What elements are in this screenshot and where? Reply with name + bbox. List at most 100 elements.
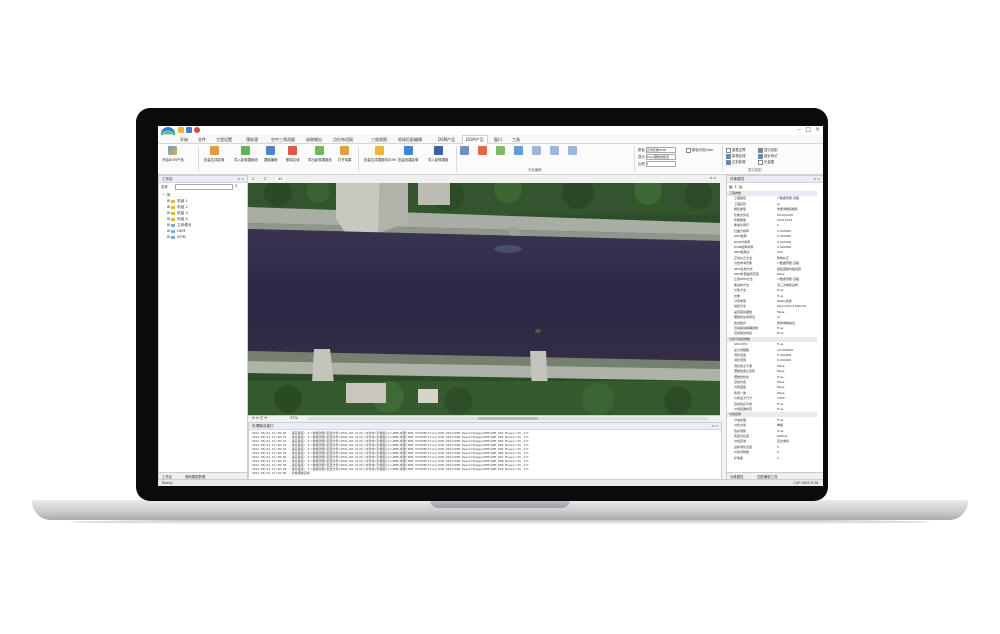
scrollbar-thumb[interactable]: [478, 417, 538, 420]
checkbox-item[interactable]: 显示控制: [758, 147, 778, 153]
checkbox-item[interactable]: 矢量图: [758, 159, 774, 165]
ribbon-button[interactable]: [532, 146, 541, 157]
property-row[interactable]: 自动裁剪拼接 True: [727, 331, 817, 336]
tree-item[interactable]: ⊞ DOM: [167, 235, 186, 239]
property-row[interactable]: 影像文件名 DSC02000: [727, 213, 817, 218]
menu-item[interactable]: 空中三角测量: [271, 137, 295, 143]
menu-item[interactable]: 点位布设报: [333, 137, 353, 143]
ribbon-button[interactable]: 批量生成影像: [204, 146, 224, 162]
menu-item[interactable]: 预处理: [246, 137, 258, 143]
ribbon-button[interactable]: 批量生成镶嵌线DOM: [364, 146, 396, 162]
checkbox-item[interactable]: 重叠边界: [726, 147, 746, 153]
checkbox-item[interactable]: 影像区域: [726, 153, 746, 159]
property-row[interactable]: 匀色方案 单幅: [727, 423, 817, 428]
menu-item-active[interactable]: DOM产品: [462, 135, 488, 144]
property-row[interactable]: 输出格式 整体单独输出: [727, 321, 817, 326]
close-project-icon[interactable]: [194, 127, 200, 133]
menu-item[interactable]: 窗口: [494, 137, 502, 143]
property-row[interactable]: 正射DEM方法 I:\数据测量-远程: [727, 277, 817, 282]
property-row[interactable]: 自动色彩平衡 True: [727, 402, 817, 407]
property-row[interactable]: GPU/CPU True: [727, 342, 817, 347]
property-row[interactable]: 拉伸 True: [727, 294, 817, 299]
property-row[interactable]: DEM格网点 200: [727, 250, 817, 255]
property-row[interactable]: 匀色强度 False: [727, 385, 817, 390]
ribbon-button[interactable]: [550, 146, 559, 157]
tree-item[interactable]: ⊞ 机组 4: [167, 217, 188, 222]
menu-item[interactable]: 成果输出: [306, 137, 322, 143]
minimize-icon[interactable]: –: [798, 127, 801, 133]
checkbox[interactable]: [726, 147, 731, 153]
menu-item[interactable]: DSM产品: [438, 137, 455, 143]
menu-item[interactable]: 工具: [512, 137, 520, 143]
map-tab[interactable]: 2: [264, 177, 266, 181]
checkbox-item[interactable]: 颜色匀色Sdm: [686, 147, 713, 153]
categorized-icon[interactable]: ▦: [729, 184, 733, 189]
blend-select[interactable]: Tiled镶嵌线配置: [645, 154, 676, 160]
orthophoto-map-view[interactable]: [248, 183, 720, 415]
close-icon[interactable]: × ▫: [709, 176, 716, 180]
open-icon[interactable]: [178, 127, 184, 133]
ribbon-button[interactable]: 批量创建影像: [398, 146, 418, 162]
checkbox[interactable]: [726, 159, 731, 165]
close-icon[interactable]: ×: [815, 127, 820, 133]
ribbon-button[interactable]: 导入影像镶嵌: [428, 146, 448, 162]
property-pages-icon[interactable]: ▤: [739, 184, 743, 189]
sort-icon[interactable]: ↕: [734, 184, 737, 189]
property-row[interactable]: 镶嵌线生成算法 ql: [727, 315, 817, 320]
property-row[interactable]: 色彩调整 True: [727, 429, 817, 434]
tree-item[interactable]: ⊞ 机组 3: [167, 211, 188, 216]
tree-item[interactable]: ⊞ DEM: [167, 229, 185, 233]
zoom-icons[interactable]: ⊕ ⊖ ◰ ⟲: [252, 416, 267, 420]
property-row[interactable]: 拼接方法 Stand Point Method: [727, 304, 817, 309]
ribbon-button[interactable]: [460, 146, 469, 157]
property-row[interactable]: 镶嵌线优化 True: [727, 375, 817, 380]
property-row[interactable]: 匀色参考影像 I:\数据测量-远程: [727, 261, 817, 266]
menu-item[interactable]: 开始: [180, 137, 188, 143]
checkbox-item[interactable]: 正射影像: [726, 159, 746, 165]
horizontal-scrollbar[interactable]: [308, 417, 708, 420]
property-row[interactable]: 匀色方法 True: [727, 288, 817, 293]
ribbon-button[interactable]: 镶嵌编辑: [264, 146, 278, 162]
property-row[interactable]: 匀色调整数 0: [727, 450, 817, 455]
menu-item[interactable]: 文件: [198, 137, 206, 143]
ribbon-button[interactable]: [514, 146, 523, 157]
ribbon-button-start-dom[interactable]: 开始DOM产品: [162, 146, 184, 162]
checkbox[interactable]: [686, 147, 691, 153]
property-row[interactable]: 工程路径 I:\数据测量-远程: [727, 196, 817, 201]
color-select[interactable]: 正射影像DOM: [645, 147, 676, 153]
scale-select[interactable]: 1: [645, 161, 676, 167]
property-row[interactable]: 匀色区域 完全重叠: [727, 439, 817, 444]
property-row[interactable]: DEM生成方式 加权函数内插运算: [727, 267, 817, 272]
property-row[interactable]: 镶嵌线避让建筑 False: [727, 369, 817, 374]
map-tab-active[interactable]: 40: [276, 177, 285, 181]
property-row[interactable]: 匀色最大尺寸 2400: [727, 396, 817, 401]
menu-item[interactable]: 地球匹配编辑: [398, 137, 422, 143]
ribbon-button[interactable]: 打开成果: [338, 146, 352, 162]
menu-item[interactable]: 工程设置: [216, 137, 232, 143]
search-icon[interactable]: ⌕: [235, 183, 238, 189]
menu-item[interactable]: 三维视图: [371, 137, 387, 143]
property-row[interactable]: 像素比例尺 0: [727, 223, 817, 228]
property-row[interactable]: 最大线程数 10.000000: [727, 348, 817, 353]
save-icon[interactable]: [186, 127, 192, 133]
property-row[interactable]: DOM分辨率 0.040000: [727, 240, 817, 245]
tree-item[interactable]: ⊞ 机组 2: [167, 205, 188, 210]
close-icon[interactable]: × ▫: [711, 423, 718, 429]
ribbon-button[interactable]: 删除区域: [286, 146, 300, 162]
property-row[interactable]: 相机类型 非量测数码相机: [727, 207, 817, 212]
ribbon-button[interactable]: 导入影像镶嵌线: [234, 146, 258, 162]
map-tab[interactable]: 1: [252, 177, 254, 181]
checkbox[interactable]: [758, 153, 763, 159]
property-row[interactable]: 羽化范围 0.000000: [727, 358, 817, 363]
ribbon-button[interactable]: [496, 146, 505, 157]
property-row[interactable]: 标准差 0: [727, 456, 817, 461]
checkbox[interactable]: [726, 153, 731, 159]
maximize-icon[interactable]: □: [805, 127, 811, 133]
tree-item[interactable]: ⊞ 立体像对: [167, 223, 192, 228]
close-icon[interactable]: × ▫: [237, 176, 244, 182]
checkbox-item[interactable]: 指针标记: [758, 153, 778, 159]
tree-item[interactable]: ⊞ 机组 1: [167, 199, 188, 204]
ribbon-button[interactable]: [478, 146, 487, 157]
close-icon[interactable]: × ▫: [813, 176, 820, 182]
property-row[interactable]: DEM格网 0.040000: [727, 234, 817, 239]
